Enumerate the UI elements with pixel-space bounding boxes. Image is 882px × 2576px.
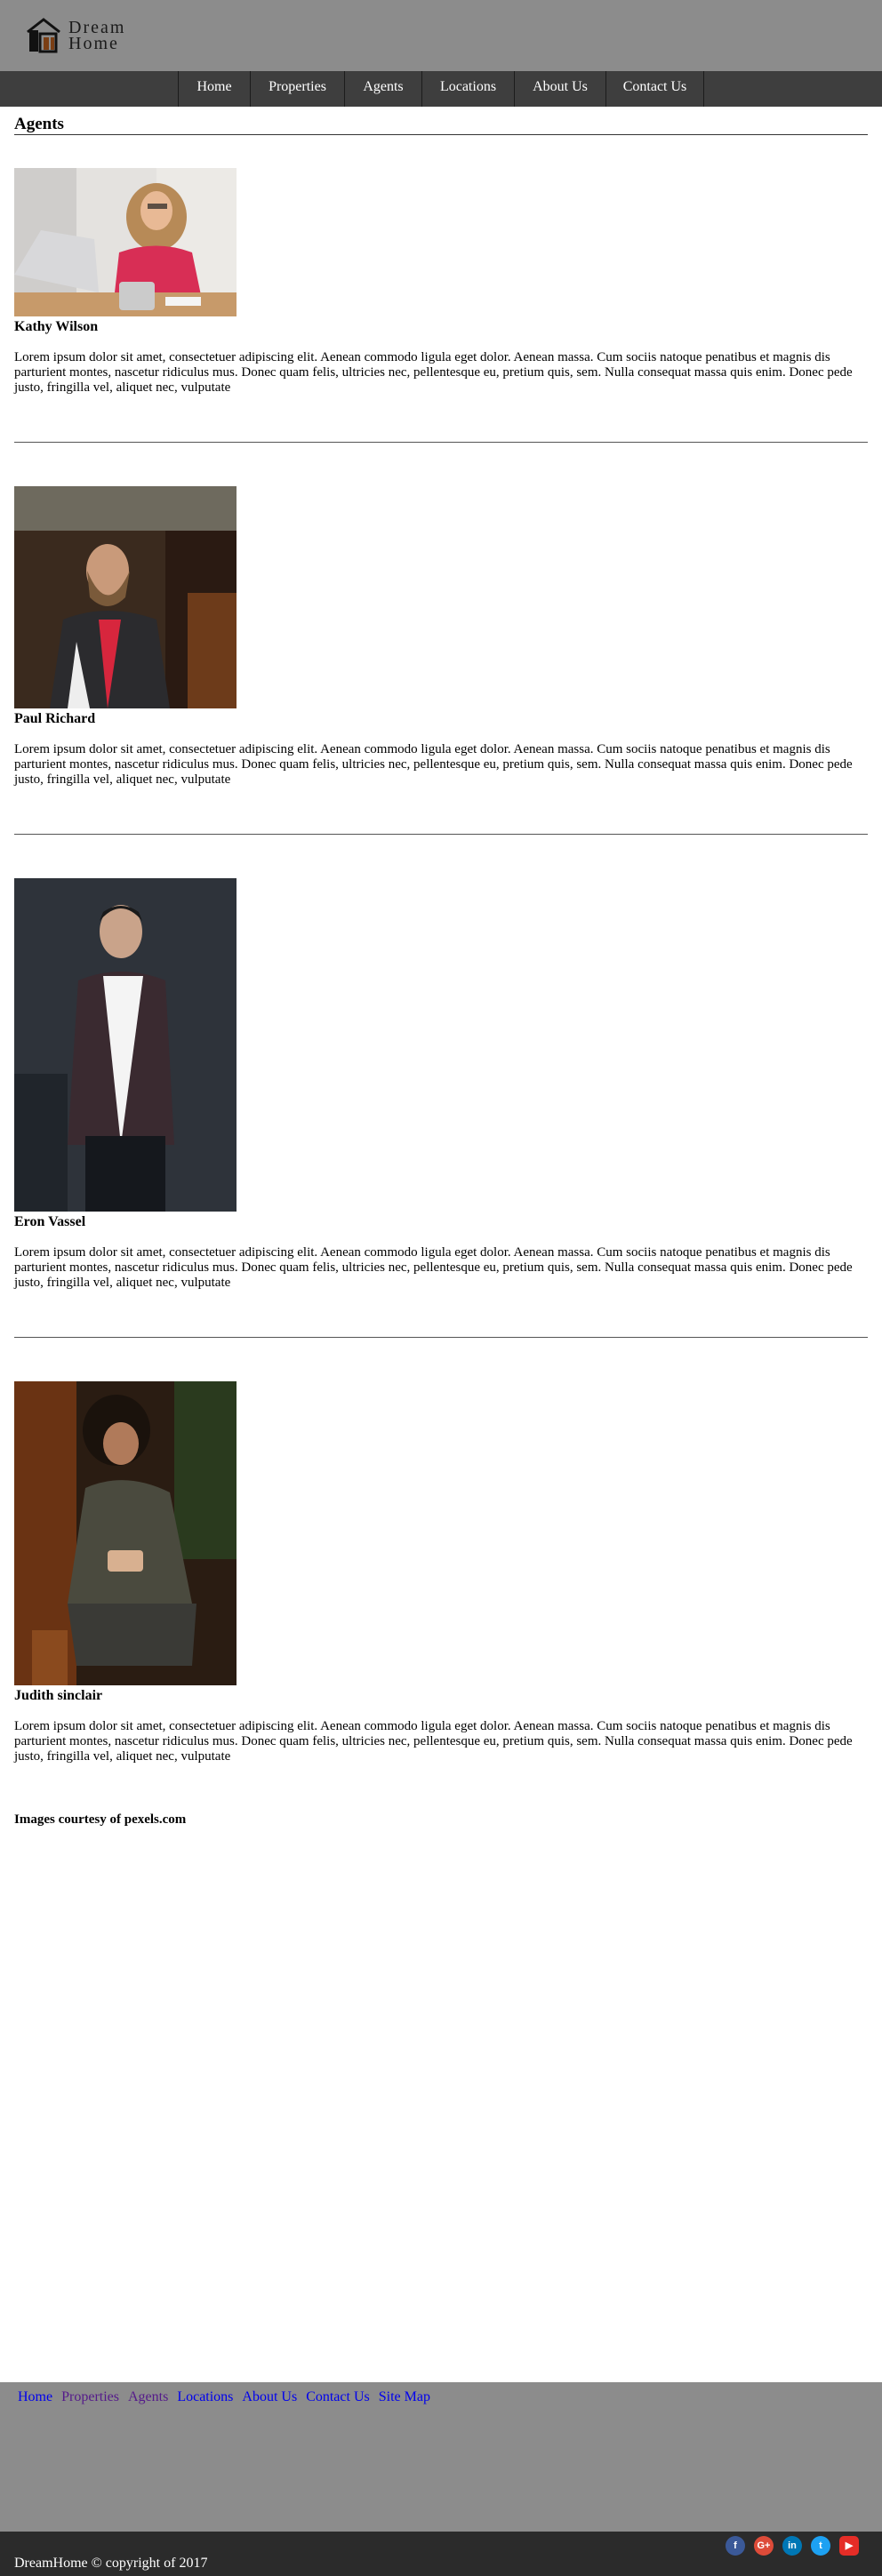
- dreamhome-logo[interactable]: Dream Home: [24, 18, 148, 55]
- bearded-man-photo-icon: [14, 486, 237, 708]
- nav-item-home[interactable]: Home: [178, 71, 250, 107]
- nav-item-agents[interactable]: Agents: [344, 71, 421, 107]
- footer-link-properties[interactable]: Properties: [61, 2389, 119, 2405]
- footer-link-contact-us[interactable]: Contact Us: [306, 2389, 370, 2405]
- image-credit: Images courtesy of pexels.com: [14, 1812, 187, 1827]
- agent-photo-eron-vassel: [14, 878, 237, 1212]
- nav-item-locations[interactable]: Locations: [421, 71, 514, 107]
- agent-divider: [14, 834, 868, 835]
- nav-item-about-us[interactable]: About Us: [514, 71, 605, 107]
- agent-bio-judith-sinclair: Lorem ipsum dolor sit amet, consectetuer…: [14, 1719, 853, 1764]
- man-in-blazer-photo-icon: [14, 878, 237, 1212]
- agent-photo-paul-richard: [14, 486, 237, 708]
- facebook-icon[interactable]: f: [726, 2536, 745, 2556]
- google-plus-icon[interactable]: G+: [754, 2536, 774, 2556]
- footer-links: Home Properties Agents Locations About U…: [18, 2389, 439, 2405]
- footer-link-locations[interactable]: Locations: [177, 2389, 233, 2405]
- youtube-icon[interactable]: ▶: [839, 2536, 859, 2556]
- nav-item-contact-us[interactable]: Contact Us: [605, 71, 704, 107]
- copyright-bar: f G+ in t ▶ DreamHome © copyright of 201…: [0, 2532, 882, 2576]
- agent-name-judith-sinclair: Judith sinclair: [14, 1688, 103, 1703]
- main-nav: Home Properties Agents Locations About U…: [0, 71, 882, 107]
- agent-bio-kathy-wilson: Lorem ipsum dolor sit amet, consectetuer…: [14, 350, 853, 395]
- house-logo-icon: [27, 18, 60, 53]
- linkedin-icon[interactable]: in: [782, 2536, 802, 2556]
- footer-link-agents[interactable]: Agents: [128, 2389, 168, 2405]
- footer-link-about-us[interactable]: About Us: [242, 2389, 297, 2405]
- agent-divider: [14, 1337, 868, 1338]
- agent-divider: [14, 442, 868, 443]
- site-header: Dream Home: [0, 0, 882, 71]
- footer-link-site-map[interactable]: Site Map: [379, 2389, 430, 2405]
- footer-link-home[interactable]: Home: [18, 2389, 52, 2405]
- agent-photo-kathy-wilson: [14, 168, 237, 316]
- woman-with-phone-photo-icon: [14, 1381, 237, 1685]
- woman-with-laptop-photo-icon: [14, 168, 237, 316]
- site-footer: Home Properties Agents Locations About U…: [0, 2382, 882, 2532]
- copyright-text: DreamHome © copyright of 2017: [14, 2556, 208, 2571]
- agent-name-paul-richard: Paul Richard: [14, 711, 96, 726]
- agent-name-kathy-wilson: Kathy Wilson: [14, 319, 99, 334]
- twitter-icon[interactable]: t: [811, 2536, 830, 2556]
- nav-item-properties[interactable]: Properties: [250, 71, 344, 107]
- page-title: Agents: [14, 115, 64, 133]
- agent-bio-eron-vassel: Lorem ipsum dolor sit amet, consectetuer…: [14, 1245, 853, 1290]
- title-divider: [14, 134, 868, 135]
- agent-name-eron-vassel: Eron Vassel: [14, 1214, 86, 1229]
- agent-photo-judith-sinclair: [14, 1381, 237, 1685]
- agent-bio-paul-richard: Lorem ipsum dolor sit amet, consectetuer…: [14, 742, 853, 787]
- logo-text-home: Home: [68, 34, 119, 53]
